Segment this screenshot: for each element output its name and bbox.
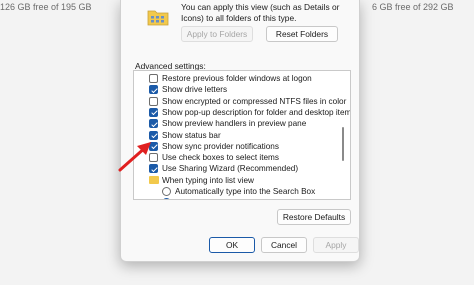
setting-checkbox[interactable] xyxy=(149,107,158,117)
setting-label: Show pop-up description for folder and d… xyxy=(162,107,351,117)
folder-views-description: You can apply this view (such as Details… xyxy=(181,2,340,23)
apply-button[interactable]: Apply xyxy=(313,237,359,253)
settings-row[interactable]: Show drive letters xyxy=(134,84,334,95)
setting-checkbox[interactable] xyxy=(149,96,158,106)
settings-row[interactable]: Restore previous folder windows at logon xyxy=(134,73,334,84)
folder-icon xyxy=(149,175,159,184)
folder-views-group: You can apply this view (such as Details… xyxy=(133,0,351,56)
drive-space-left: 126 GB free of 195 GB xyxy=(0,2,92,12)
setting-label: Show sync provider notifications xyxy=(162,141,279,151)
setting-label: Restore previous folder windows at logon xyxy=(162,74,312,83)
setting-checkbox[interactable] xyxy=(149,74,158,83)
setting-label: Automatically type into the Search Box xyxy=(175,187,316,196)
annotation-arrow-icon xyxy=(118,142,151,172)
restore-defaults-button[interactable]: Restore Defaults xyxy=(277,209,351,225)
setting-label: Show encrypted or compressed NTFS files … xyxy=(162,96,347,106)
settings-row[interactable]: When typing into list view xyxy=(134,175,334,186)
settings-row[interactable]: Show status bar xyxy=(134,130,334,141)
settings-row[interactable]: Select the typed item in the view xyxy=(134,197,334,199)
setting-checkbox[interactable] xyxy=(149,119,158,129)
settings-row[interactable]: Show sync provider notifications xyxy=(134,141,334,152)
settings-row[interactable]: Show preview handlers in preview pane xyxy=(134,118,334,129)
settings-row[interactable]: Show pop-up description for folder and d… xyxy=(134,107,350,118)
setting-radio[interactable] xyxy=(162,187,171,196)
setting-checkbox[interactable] xyxy=(149,85,158,95)
folder-views-icon xyxy=(147,10,169,26)
setting-label: Use Sharing Wizard (Recommended) xyxy=(162,164,299,174)
advanced-settings-list[interactable]: Restore previous folder windows at logon… xyxy=(133,70,351,200)
settings-row[interactable]: Use Sharing Wizard (Recommended) xyxy=(134,163,334,174)
setting-label: Use check boxes to select items xyxy=(162,153,279,163)
setting-label: Show drive letters xyxy=(162,85,228,95)
settings-row[interactable]: Use check boxes to select items xyxy=(134,152,334,163)
reset-folders-button[interactable]: Reset Folders xyxy=(266,26,338,42)
setting-label: When typing into list view xyxy=(162,175,254,185)
apply-to-folders-button[interactable]: Apply to Folders xyxy=(181,26,253,42)
setting-radio[interactable] xyxy=(162,198,171,199)
ok-button[interactable]: OK xyxy=(209,237,255,253)
settings-row[interactable]: Show encrypted or compressed NTFS files … xyxy=(134,96,346,107)
scrollbar-thumb[interactable] xyxy=(342,127,344,161)
drive-space-right: 6 GB free of 292 GB xyxy=(372,2,454,12)
cancel-button[interactable]: Cancel xyxy=(261,237,307,253)
folder-options-dialog: You can apply this view (such as Details… xyxy=(120,0,360,262)
settings-row[interactable]: Automatically type into the Search Box xyxy=(134,186,334,197)
setting-label: Show preview handlers in preview pane xyxy=(162,119,307,129)
setting-label: Select the typed item in the view xyxy=(175,197,292,199)
setting-label: Show status bar xyxy=(162,130,221,140)
